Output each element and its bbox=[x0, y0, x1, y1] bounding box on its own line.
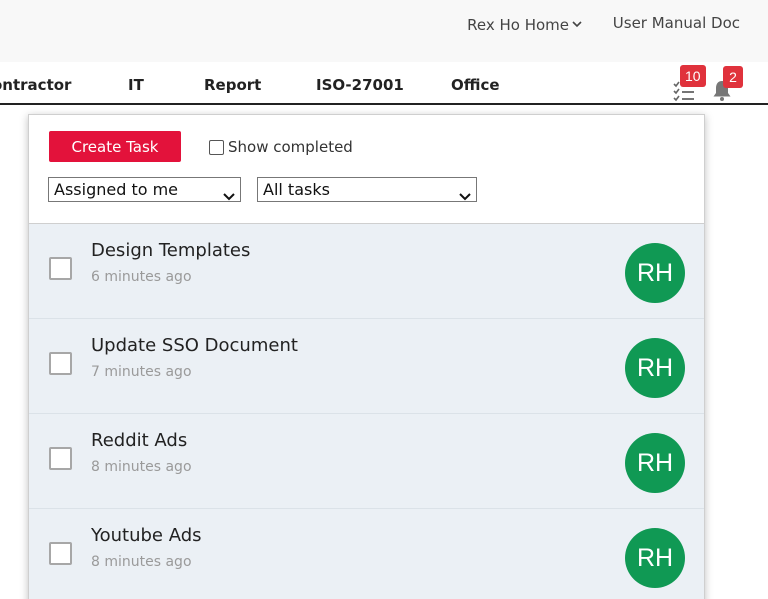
task-complete-checkbox[interactable] bbox=[49, 447, 72, 470]
task-filter-value: All tasks bbox=[263, 180, 330, 199]
nav-item-iso-27001[interactable]: ISO-27001 bbox=[316, 76, 404, 94]
assignee-avatar: RH bbox=[625, 528, 685, 588]
home-menu-label: Rex Ho Home bbox=[467, 16, 569, 34]
task-complete-checkbox[interactable] bbox=[49, 352, 72, 375]
nav-item-it[interactable]: IT bbox=[128, 76, 144, 94]
task-list: Design Templates 6 minutes ago RH Update… bbox=[29, 224, 704, 599]
nav-item-office[interactable]: Office bbox=[451, 76, 500, 94]
user-manual-link[interactable]: User Manual Doc bbox=[613, 14, 740, 32]
task-title[interactable]: Update SSO Document bbox=[91, 335, 298, 356]
main-nav: ontractor IT Report ISO-27001 Office bbox=[0, 62, 768, 105]
chevron-down-icon bbox=[572, 14, 582, 32]
task-row[interactable]: Design Templates 6 minutes ago RH bbox=[29, 224, 704, 319]
task-row[interactable]: Reddit Ads 8 minutes ago RH bbox=[29, 414, 704, 509]
tasks-panel: Create Task Show completed Assigned to m… bbox=[28, 114, 705, 599]
task-complete-checkbox[interactable] bbox=[49, 257, 72, 280]
task-timestamp: 8 minutes ago bbox=[91, 459, 192, 475]
tasks-count-badge: 10 bbox=[680, 65, 706, 87]
assignee-avatar: RH bbox=[625, 243, 685, 303]
show-completed-label: Show completed bbox=[228, 138, 353, 156]
assignee-filter-value: Assigned to me bbox=[54, 180, 179, 199]
chevron-down-icon bbox=[223, 186, 235, 200]
tasks-panel-header: Create Task Show completed Assigned to m… bbox=[29, 115, 704, 224]
task-title[interactable]: Design Templates bbox=[91, 240, 250, 261]
home-menu[interactable]: Rex Ho Home bbox=[467, 14, 582, 34]
assignee-filter-select[interactable]: Assigned to me bbox=[48, 177, 241, 202]
task-timestamp: 6 minutes ago bbox=[91, 269, 192, 285]
task-filter-select[interactable]: All tasks bbox=[257, 177, 477, 202]
chevron-down-icon bbox=[459, 186, 471, 200]
top-bar: Rex Ho Home User Manual Doc bbox=[0, 0, 768, 62]
show-completed-toggle[interactable]: Show completed bbox=[209, 138, 353, 156]
nav-item-contractor[interactable]: ontractor bbox=[0, 76, 71, 94]
task-timestamp: 7 minutes ago bbox=[91, 364, 192, 380]
show-completed-checkbox[interactable] bbox=[209, 139, 224, 155]
assignee-avatar: RH bbox=[625, 338, 685, 398]
create-task-button[interactable]: Create Task bbox=[49, 131, 181, 162]
notifications-count-badge: 2 bbox=[723, 66, 743, 88]
task-title[interactable]: Reddit Ads bbox=[91, 430, 187, 451]
task-complete-checkbox[interactable] bbox=[49, 542, 72, 565]
task-timestamp: 8 minutes ago bbox=[91, 554, 192, 570]
task-title[interactable]: Youtube Ads bbox=[91, 525, 202, 546]
assignee-avatar: RH bbox=[625, 433, 685, 493]
task-row[interactable]: Youtube Ads 8 minutes ago RH bbox=[29, 509, 704, 599]
nav-item-report[interactable]: Report bbox=[204, 76, 261, 94]
task-row[interactable]: Update SSO Document 7 minutes ago RH bbox=[29, 319, 704, 414]
